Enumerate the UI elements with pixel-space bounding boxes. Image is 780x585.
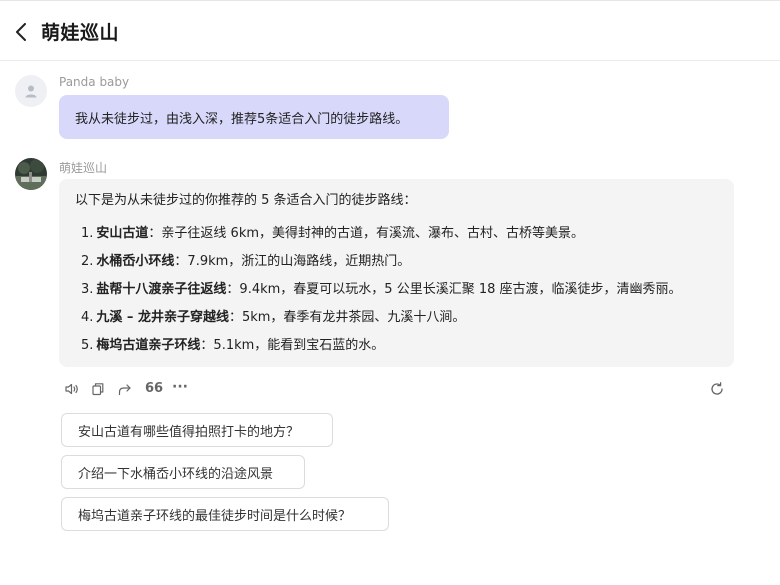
route-description: ：9.4km，春夏可以玩水，5 公里长溪汇聚 18 座古渡，临溪徒步，清幽秀丽。: [226, 282, 682, 297]
user-message-bubble: 我从未徒步过，由浅入深，推荐5条适合入门的徒步路线。: [59, 95, 449, 139]
bot-message-bubble: 以下是为从未徒步过的你推荐的 5 条适合入门的徒步路线： 1. 安山古道：亲子往返…: [59, 179, 734, 367]
list-item: 5. 梅坞古道亲子环线：5.1km，能看到宝石蓝的水。: [81, 337, 718, 355]
copy-icon[interactable]: [90, 381, 106, 397]
route-description: ：5.1km，能看到宝石蓝的水。: [200, 338, 385, 353]
route-list: 1. 安山古道：亲子往返线 6km，美得封神的古道，有溪流、瀑布、古村、古桥等美景…: [75, 225, 718, 355]
share-icon[interactable]: [117, 381, 133, 397]
route-name: 九溪 – 龙井亲子穿越线: [96, 310, 229, 325]
route-number: 1.: [81, 226, 94, 241]
quote-icon[interactable]: 66: [145, 381, 165, 397]
bot-message-intro: 以下是为从未徒步过的你推荐的 5 条适合入门的徒步路线：: [75, 193, 417, 208]
list-item: 4. 九溪 – 龙井亲子穿越线：5km，春季有龙井茶园、九溪十八涧。: [81, 309, 718, 327]
regenerate-icon[interactable]: [709, 381, 725, 397]
route-name: 水桶岙小环线: [96, 254, 175, 269]
message-action-bar: 66 ···: [64, 380, 725, 399]
page-title: 萌娃巡山: [41, 22, 120, 44]
more-icon[interactable]: ···: [172, 380, 192, 397]
suggested-question-button[interactable]: 介绍一下水桶岙小环线的沿途风景: [61, 455, 305, 489]
route-name: 盐帮十八渡亲子往返线: [96, 282, 227, 297]
landscape-avatar-icon: [15, 158, 47, 190]
back-button[interactable]: [10, 19, 32, 45]
bot-sender-name: 萌娃巡山: [59, 161, 108, 175]
suggested-question-button[interactable]: 安山古道有哪些值得拍照打卡的地方？: [61, 413, 333, 447]
route-description: ：亲子往返线 6km，美得封神的古道，有溪流、瀑布、古村、古桥等美景。: [148, 226, 585, 241]
route-number: 3.: [81, 282, 94, 297]
route-description: ：5km，春季有龙井茶园、九溪十八涧。: [228, 310, 466, 325]
suggested-question-button[interactable]: 梅坞古道亲子环线的最佳徒步时间是什么时候？: [61, 497, 389, 531]
chevron-left-icon: [16, 23, 26, 41]
route-description: ：7.9km，浙江的山海路线，近期热门。: [174, 254, 411, 269]
route-number: 4.: [81, 310, 94, 325]
user-message-text: 我从未徒步过，由浅入深，推荐5条适合入门的徒步路线。: [75, 111, 409, 127]
user-avatar[interactable]: [15, 75, 47, 107]
route-number: 5.: [81, 338, 94, 353]
route-number: 2.: [81, 254, 94, 269]
route-name: 梅坞古道亲子环线: [96, 338, 201, 353]
user-sender-name: Panda baby: [59, 75, 130, 89]
list-item: 3. 盐帮十八渡亲子往返线：9.4km，春夏可以玩水，5 公里长溪汇聚 18 座古…: [81, 281, 718, 299]
speaker-icon[interactable]: [64, 381, 80, 397]
chat-header: 萌娃巡山: [0, 0, 780, 61]
bot-avatar[interactable]: [15, 158, 47, 190]
person-icon: [25, 85, 37, 98]
list-item: 2. 水桶岙小环线：7.9km，浙江的山海路线，近期热门。: [81, 253, 718, 271]
list-item: 1. 安山古道：亲子往返线 6km，美得封神的古道，有溪流、瀑布、古村、古桥等美景…: [81, 225, 718, 243]
route-name: 安山古道: [96, 226, 149, 241]
